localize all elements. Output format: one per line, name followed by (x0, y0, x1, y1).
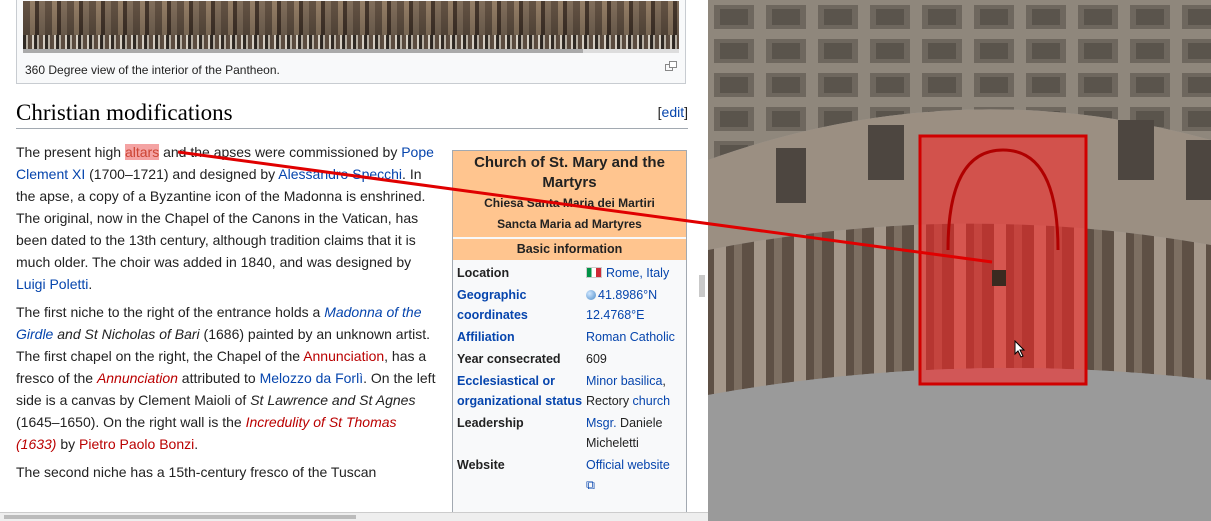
infobox-label-link[interactable]: Ecclesiastical or organizational status (457, 371, 586, 411)
paragraph-3: The second niche has a 15th-century fres… (16, 461, 440, 483)
section-divider (16, 128, 688, 129)
infobox-value: Msgr. Daniele Micheletti (586, 413, 682, 453)
infobox-row-website: Website Official website ⧉ (453, 454, 686, 496)
highlighted-word-altars[interactable]: altars (124, 144, 160, 160)
infobox-label: Leadership (457, 416, 524, 430)
text: The first niche to the right of the entr… (16, 304, 325, 320)
horizontal-scroll-thumb[interactable] (4, 515, 356, 519)
floor-void (708, 368, 1211, 521)
affiliation-link[interactable]: Roman Catholic (586, 330, 675, 344)
infobox-row-location: Location Rome, Italy (453, 262, 686, 284)
pantheon-3d-scene[interactable] (708, 0, 1211, 521)
section-edit-link[interactable]: [edit] (658, 104, 688, 120)
section-heading: Christian modifications (16, 100, 233, 125)
coordinates-link[interactable]: 41.8986°N 12.4768°E (586, 288, 657, 322)
italic-title: St Lawrence and St Agnes (250, 392, 416, 408)
infobox-value: Rome, Italy (586, 263, 682, 283)
text: The present high (16, 144, 125, 160)
infobox-label-link[interactable]: Geographic coordinates (457, 285, 586, 325)
text: and the apses were commissioned by (159, 144, 402, 160)
panorama-thumbnail[interactable]: 360 Degree view of the interior of the P… (16, 0, 686, 84)
text: . (88, 276, 93, 292)
minor-basilica-link[interactable]: Minor basilica (586, 374, 662, 388)
pantheon-panorama-image[interactable] (23, 1, 679, 49)
infobox-row-status: Ecclesiastical or organizational status … (453, 370, 686, 412)
external-link-icon: ⧉ (586, 478, 595, 492)
infobox-value: Minor basilica, Rectory church (586, 371, 682, 411)
infobox-title: Church of St. Mary and the Martyrs (474, 154, 665, 191)
wikipedia-article-pane: 360 Degree view of the interior of the P… (0, 0, 709, 521)
text: (1645–1650). On the right wall is the (16, 414, 246, 430)
link-annunciation-fresco[interactable]: Annunciation (97, 370, 178, 386)
paragraph-2: The first niche to the right of the entr… (16, 301, 440, 455)
infobox-label: Website (457, 458, 505, 472)
globe-icon (586, 290, 596, 300)
link-annunciation-chapel[interactable]: Annunciation (303, 348, 384, 364)
article-body: The present high altars and the apses we… (16, 141, 440, 489)
infobox-subtitle-latin: Sancta Maria ad Martyres (497, 217, 642, 231)
mouse-cursor-icon (1014, 339, 1026, 363)
infobox-row-leadership: Leadership Msgr. Daniele Micheletti (453, 412, 686, 454)
thumbnail-caption: 360 Degree view of the interior of the P… (25, 63, 280, 77)
text: attributed to (177, 370, 260, 386)
text: and St Nicholas of Bari (53, 326, 200, 342)
edit-bracket-close: ] (684, 104, 688, 120)
infobox-value: 41.8986°N 12.4768°E (586, 285, 682, 325)
paragraph-1: The present high altars and the apses we… (16, 141, 440, 295)
infobox-row-affiliation: Affiliation Roman Catholic (453, 326, 686, 348)
highlighted-altar-selection[interactable] (918, 134, 1088, 386)
infobox-row-year-consecrated: Year consecrated 609 (453, 348, 686, 370)
official-website-link[interactable]: Official website (586, 458, 670, 472)
3d-point-cloud-viewer[interactable] (708, 0, 1211, 521)
infobox-value: 609 (586, 352, 607, 366)
text: by (56, 436, 80, 452)
horizontal-scrollbar[interactable] (0, 512, 708, 521)
infobox-label: Location (457, 266, 510, 280)
infobox-value: Roman Catholic (586, 327, 682, 347)
panorama-scrollbar[interactable] (23, 49, 679, 53)
infobox-label-link[interactable]: Affiliation (457, 327, 586, 347)
msgr-link[interactable]: Msgr. (586, 416, 617, 430)
panorama-scroll-thumb[interactable] (23, 49, 583, 53)
infobox: Church of St. Mary and the Martyrs Chies… (452, 150, 687, 521)
link-melozzo-da-forli[interactable]: Melozzo da Forlì (260, 370, 363, 386)
infobox-value: Official website ⧉ (586, 455, 682, 495)
link-pietro-paolo-bonzi[interactable]: Pietro Paolo Bonzi (79, 436, 194, 452)
link-luigi-poletti[interactable]: Luigi Poletti (16, 276, 88, 292)
text: . (194, 436, 199, 452)
infobox-section-basic-information: Basic information (453, 239, 686, 260)
infobox-subtitle-italian: Chiesa Santa Maria dei Martiri (484, 196, 655, 210)
link-alessandro-specchi[interactable]: Alessandro Specchi (278, 166, 402, 182)
magnify-icon[interactable] (665, 61, 677, 74)
location-link[interactable]: Rome, Italy (606, 266, 669, 280)
edit-link-text[interactable]: edit (662, 104, 685, 120)
italy-flag-icon (586, 267, 602, 278)
church-link[interactable]: church (633, 394, 671, 408)
text: The second niche has a 15th-century fres… (16, 464, 377, 480)
text: (1700–1721) and designed by (85, 166, 279, 182)
infobox-row-coordinates: Geographic coordinates 41.8986°N 12.4768… (453, 284, 686, 326)
icon-painting (992, 270, 1006, 286)
infobox-label: Year consecrated (457, 352, 561, 366)
page-scrollbar-thumb[interactable] (699, 275, 705, 297)
infobox-header: Church of St. Mary and the Martyrs Chies… (453, 151, 686, 237)
